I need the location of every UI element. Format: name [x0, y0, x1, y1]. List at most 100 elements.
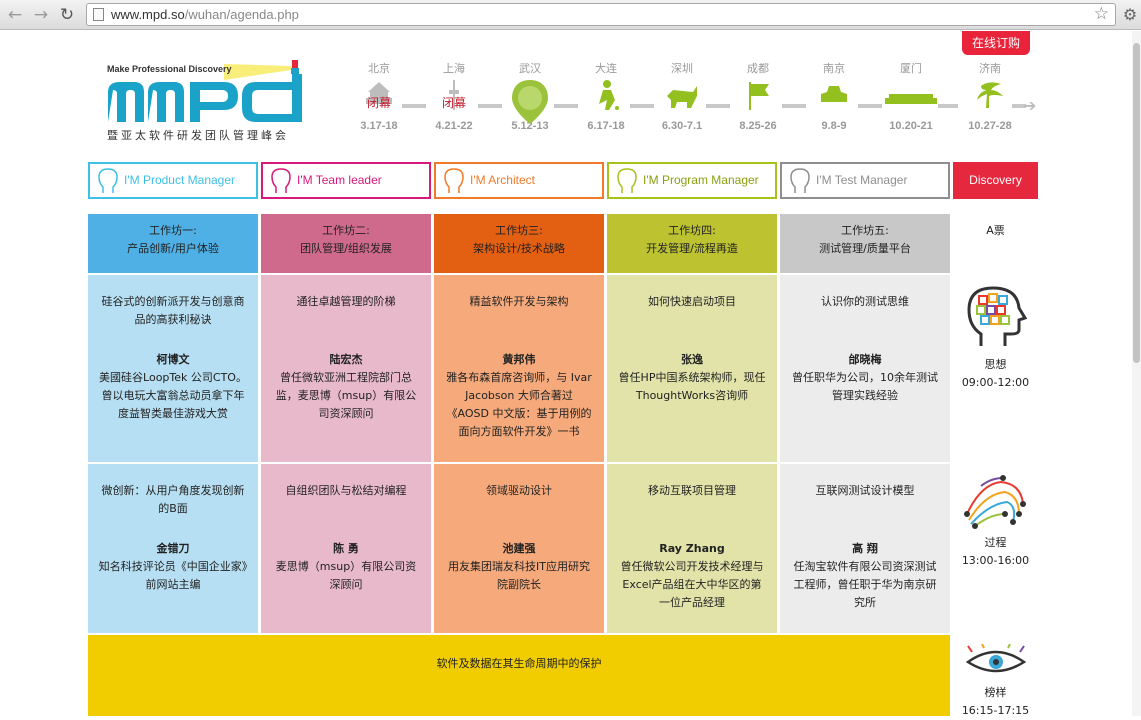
- city-name: 南京: [823, 62, 845, 75]
- vertical-scrollbar[interactable]: [1132, 31, 1141, 716]
- workshop-title: 工作坊五:: [841, 224, 889, 237]
- role-tab-team-leader[interactable]: I'M Team leader: [261, 162, 431, 199]
- workshop-title: 工作坊三:: [495, 224, 543, 237]
- speaker-name: 陈 勇: [333, 542, 359, 555]
- city-wuhan[interactable]: 武汉 5.12-13: [490, 60, 570, 132]
- session-topic: 领域驱动设计: [486, 484, 552, 497]
- slot-time: 09:00-12:00: [961, 376, 1030, 389]
- workshop-title: 工作坊一:: [149, 224, 197, 237]
- workshop-subtitle: 团队管理/组织发展: [300, 242, 392, 255]
- slot-thinking: 思想 09:00-12:00: [953, 282, 1038, 392]
- city-chengdu[interactable]: 成都 8.25-26: [718, 60, 798, 132]
- gate-icon: [794, 76, 874, 120]
- online-order-button[interactable]: 在线订购: [962, 31, 1030, 55]
- speaker-bio: 雅各布森首席咨询师，与 Ivar Jacobson 大师合著过《AOSD 中文版…: [446, 371, 592, 438]
- closed-label: 闭幕: [441, 96, 466, 110]
- session-cell[interactable]: 硅谷式的创新派开发与创意商品的高获利秘诀 柯博文 美國硅谷LoopTek 公司C…: [88, 275, 258, 462]
- speaker-name: 高 翔: [852, 542, 878, 555]
- session-cell[interactable]: 通往卓越管理的阶梯 陆宏杰 曾任微软亚洲工程院部门总监，麦思博（msup）有限公…: [261, 275, 431, 462]
- city-dalian[interactable]: 大连 6.17-18: [566, 60, 646, 132]
- city-date: 9.8-9: [821, 120, 847, 132]
- scrollbar-thumb[interactable]: [1133, 43, 1140, 363]
- session-cell[interactable]: 微创新：从用户角度发现创新的B面 金错刀 知名科技评论员《中国企业家》前网站主编: [88, 464, 258, 633]
- city-name: 厦门: [900, 62, 922, 75]
- speaker-name: 柯博文: [156, 353, 190, 366]
- session-topic: 认识你的测试思维: [821, 295, 909, 308]
- city-shenzhen[interactable]: 深圳 6.30-7.1: [642, 60, 722, 132]
- session-topic: 移动互联项目管理: [648, 484, 736, 497]
- session-cell[interactable]: 领域驱动设计 池建强 用友集团瑞友科技IT应用研究院副院长: [434, 464, 604, 633]
- role-label: Discovery: [969, 173, 1022, 187]
- city-nanjing[interactable]: 南京 9.8-9: [794, 60, 874, 132]
- head-profile-icon: [271, 168, 291, 193]
- slot-process: 过程 13:00-16:00: [953, 474, 1038, 570]
- city-shanghai[interactable]: 上海 闭幕 4.21-22: [414, 60, 494, 132]
- workshop-title: 工作坊二:: [322, 224, 370, 237]
- city-jinan[interactable]: 济南 10.27-28: [960, 60, 1020, 132]
- keynote-banner[interactable]: 软件及数据在其生命周期中的保护: [88, 635, 950, 716]
- city-date: 8.25-26: [739, 120, 777, 132]
- role-label: I'M Program Manager: [643, 173, 759, 187]
- role-label: I'M Architect: [470, 173, 535, 187]
- city-date: 3.17-18: [360, 120, 398, 132]
- workshop-header-4: 工作坊四: 开发管理/流程再造: [607, 214, 777, 273]
- role-tab-architect[interactable]: I'M Architect: [434, 162, 604, 199]
- session-cell[interactable]: 认识你的测试思维 邰晓梅 曾任职华为公司，10余年测试管理实践经验: [780, 275, 950, 462]
- session-cell[interactable]: 精益软件开发与架构 黄邦伟 雅各布森首席咨询师，与 Ivar Jacobson …: [434, 275, 604, 462]
- ticket-label: A票: [953, 222, 1038, 240]
- city-date: 10.27-28: [968, 120, 1012, 132]
- city-beijing[interactable]: 北京 闭幕 3.17-18: [339, 60, 419, 132]
- temple-icon: 闭幕: [339, 76, 419, 120]
- flag-icon: [718, 76, 798, 120]
- ticket-type: A票: [986, 224, 1005, 237]
- role-tab-product-manager[interactable]: I'M Product Manager: [88, 162, 258, 199]
- football-player-icon: [566, 76, 646, 120]
- bookmark-star-icon[interactable]: ☆: [1094, 4, 1109, 25]
- eye-icon: [965, 644, 1026, 673]
- workshop-subtitle: 测试管理/质量平台: [819, 242, 911, 255]
- city-date: 6.17-18: [587, 120, 625, 132]
- speaker-bio: 知名科技评论员《中国企业家》前网站主编: [98, 560, 248, 591]
- slot-label: 思想: [984, 358, 1007, 371]
- session-cell[interactable]: 如何快速启动项目 张逸 曾任HP中国系统架构师，现任ThoughtWorks咨询…: [607, 275, 777, 462]
- role-tab-test-manager[interactable]: I'M Test Manager: [780, 162, 950, 199]
- role-tab-program-manager[interactable]: I'M Program Manager: [607, 162, 777, 199]
- keynote-title: 软件及数据在其生命周期中的保护: [436, 657, 602, 670]
- page-icon: [93, 8, 104, 21]
- city-name: 济南: [979, 62, 1001, 75]
- timeline-next-arrow-icon[interactable]: ➔: [1023, 96, 1036, 115]
- city-xiamen[interactable]: 厦门 10.20-21: [876, 60, 946, 132]
- session-topic: 微创新：从用户角度发现创新的B面: [101, 484, 245, 515]
- back-arrow-icon[interactable]: ←: [4, 4, 26, 26]
- wrench-icon[interactable]: ⚙: [1121, 4, 1139, 26]
- session-cell[interactable]: 自组织团队与松结对编程 陈 勇 麦思博（msup）有限公司资深顾问: [261, 464, 431, 633]
- role-tab-discovery[interactable]: Discovery: [953, 162, 1038, 199]
- forward-arrow-icon[interactable]: →: [30, 4, 52, 26]
- workshop-header-1: 工作坊一: 产品创新/用户体验: [88, 214, 258, 273]
- bull-icon: [642, 76, 722, 120]
- speaker-name: 金错刀: [156, 542, 190, 555]
- session-topic: 硅谷式的创新派开发与创意商品的高获利秘诀: [101, 295, 245, 326]
- head-profile-icon: [444, 168, 464, 193]
- city-timeline: ➔ 北京 闭幕 3.17-18 上海 闭幕 4.21-22 武汉 5.12-13…: [340, 60, 1040, 140]
- session-cell[interactable]: 互联网测试设计模型 高 翔 任淘宝软件有限公司资深测试工程师，曾任职于华为南京研…: [780, 464, 950, 633]
- location-pin-icon: [490, 76, 570, 124]
- speaker-name: 池建强: [502, 542, 536, 555]
- workshop-subtitle: 产品创新/用户体验: [127, 242, 219, 255]
- session-topic: 通往卓越管理的阶梯: [296, 295, 396, 308]
- city-name: 大连: [595, 62, 617, 75]
- session-cell[interactable]: 移动互联项目管理 Ray Zhang 曾任微软公司开发技术经理与Excel产品组…: [607, 464, 777, 633]
- workshop-header-2: 工作坊二: 团队管理/组织发展: [261, 214, 431, 273]
- speaker-bio: 曾任HP中国系统架构师，现任ThoughtWorks咨询师: [618, 371, 766, 402]
- city-name: 武汉: [519, 62, 541, 75]
- role-label: I'M Team leader: [297, 173, 382, 187]
- workshop-subtitle: 开发管理/流程再造: [646, 242, 738, 255]
- browser-toolbar: ← → ↻ www.mpd.so/wuhan/agenda.php ☆ ⚙: [0, 0, 1141, 30]
- speaker-name: 邰晓梅: [848, 353, 882, 366]
- session-topic: 如何快速启动项目: [648, 295, 736, 308]
- address-bar[interactable]: www.mpd.so/wuhan/agenda.php ☆: [86, 3, 1116, 26]
- circuit-icon: [963, 475, 1026, 529]
- speaker-bio: 麦思博（msup）有限公司资深顾问: [275, 560, 417, 591]
- reload-icon[interactable]: ↻: [56, 4, 78, 26]
- closed-label: 闭幕: [366, 96, 391, 110]
